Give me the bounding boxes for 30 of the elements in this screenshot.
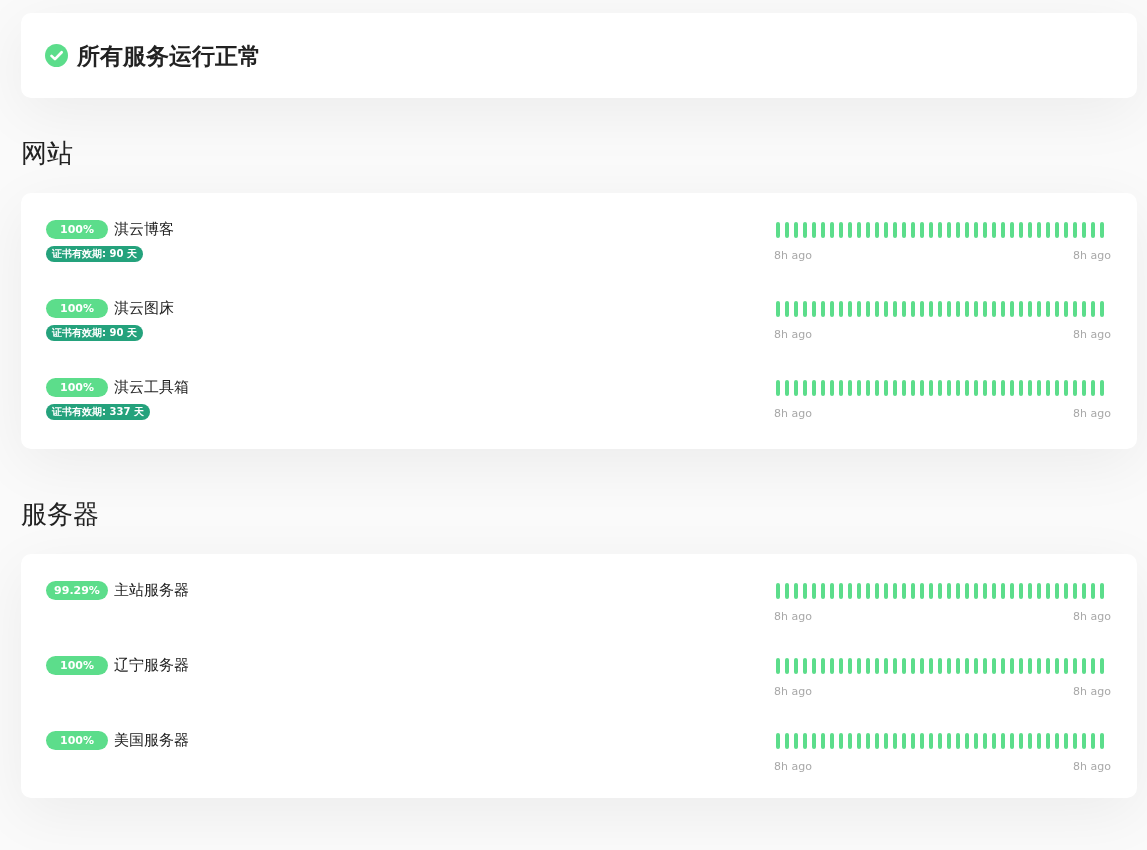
- group-title: 网站: [21, 138, 73, 169]
- time-label: 8h ago: [1073, 685, 1111, 699]
- monitor-name: 主站服务器: [114, 580, 189, 600]
- time-label: 8h ago: [774, 249, 812, 263]
- time-label: 8h ago: [1073, 328, 1111, 342]
- time-label: 8h ago: [1073, 249, 1111, 263]
- certificate-badge: 证书有效期: 337 天: [46, 404, 150, 420]
- time-label: 8h ago: [1073, 610, 1111, 624]
- time-label: 8h ago: [1073, 407, 1111, 421]
- time-label: 8h ago: [1073, 760, 1111, 774]
- status-title: 所有服务运行正常: [77, 41, 261, 71]
- uptime-badge: 100%: [46, 655, 108, 675]
- uptime-badge: 100%: [46, 219, 108, 239]
- certificate-badge: 证书有效期: 90 天: [46, 325, 143, 341]
- monitor-name: 淇云图床: [114, 298, 174, 318]
- time-label: 8h ago: [774, 610, 812, 624]
- monitor-name: 淇云工具箱: [114, 377, 189, 397]
- uptime-badge: 100%: [46, 730, 108, 750]
- time-label: 8h ago: [774, 685, 812, 699]
- certificate-badge: 证书有效期: 90 天: [46, 246, 143, 262]
- group-title: 服务器: [21, 499, 99, 530]
- uptime-badge: 100%: [46, 298, 108, 318]
- time-label: 8h ago: [774, 760, 812, 774]
- monitor-name: 美国服务器: [114, 730, 189, 750]
- time-label: 8h ago: [774, 407, 812, 421]
- uptime-badge: 100%: [46, 377, 108, 397]
- monitor-name: 淇云博客: [114, 219, 174, 239]
- time-label: 8h ago: [774, 328, 812, 342]
- uptime-badge: 99.29%: [46, 580, 108, 600]
- monitor-name: 辽宁服务器: [114, 655, 189, 675]
